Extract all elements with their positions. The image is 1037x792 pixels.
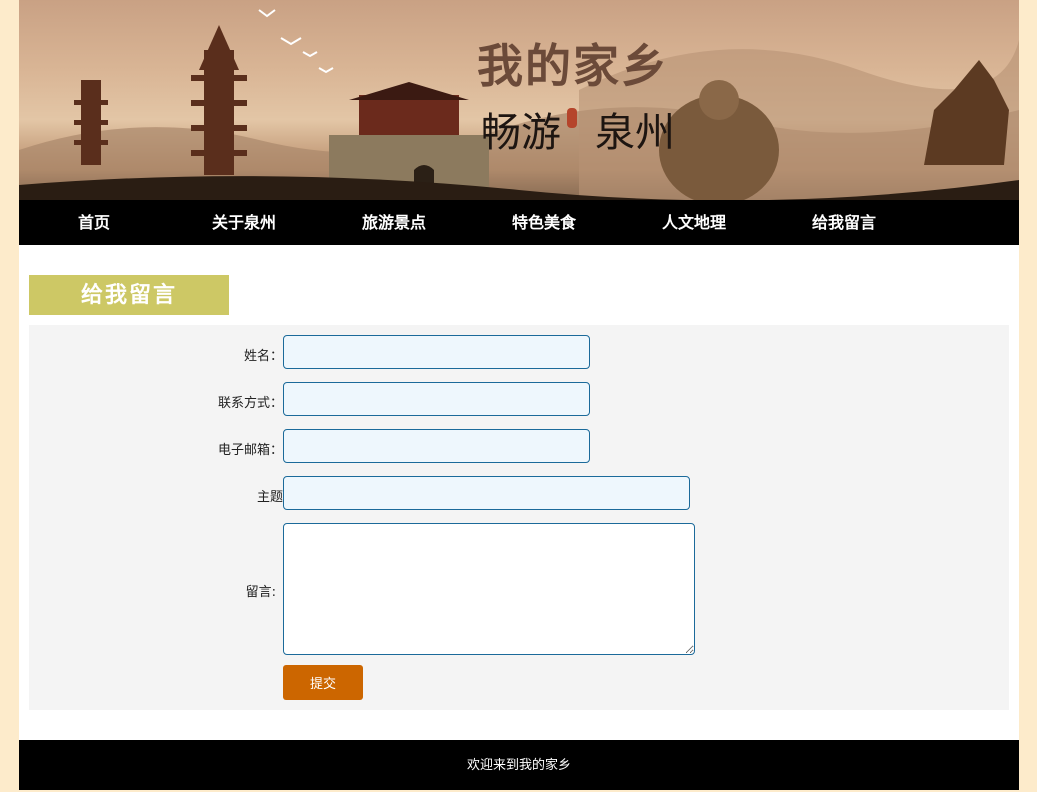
nav-item-culture[interactable]: 人文地理: [619, 200, 769, 245]
message-textarea[interactable]: [283, 523, 695, 655]
contact-label: 联系方式：: [217, 396, 283, 411]
email-label: 电子邮箱：: [217, 443, 283, 458]
subject-label: 主题: [256, 490, 283, 505]
name-field[interactable]: [283, 335, 590, 369]
submit-button[interactable]: 提交: [283, 665, 363, 700]
email-field[interactable]: [283, 429, 590, 463]
banner-title: 我的家乡: [477, 39, 669, 93]
nav-item-food[interactable]: 特色美食: [469, 200, 619, 245]
message-form: 姓名： 联系方式： 电子邮箱： 主题 留言: 提交: [29, 325, 1009, 710]
footer-text: 欢迎来到我的家乡: [466, 758, 571, 773]
nav-item-message[interactable]: 给我留言: [769, 200, 919, 245]
subject-field[interactable]: [283, 476, 690, 510]
header-banner: 我的家乡 畅游 泉州: [19, 0, 1019, 200]
name-label: 姓名：: [243, 349, 283, 364]
nav-item-attractions[interactable]: 旅游景点: [319, 200, 469, 245]
nav-item-home[interactable]: 首页: [19, 200, 169, 245]
main-nav: 首页 关于泉州 旅游景点 特色美食 人文地理 给我留言: [19, 200, 1019, 245]
banner-subtitle-right: 泉州: [595, 110, 675, 156]
footer: 欢迎来到我的家乡: [19, 740, 1019, 790]
banner-seal-icon: [567, 108, 577, 128]
contact-field[interactable]: [283, 382, 590, 416]
section-title: 给我留言: [29, 275, 229, 315]
page-container: 我的家乡 畅游 泉州 首页 关于泉州 旅游景点 特色美食 人文地理 给我留言 给…: [19, 0, 1019, 790]
banner-subtitle-left: 畅游: [481, 110, 561, 156]
nav-item-about[interactable]: 关于泉州: [169, 200, 319, 245]
message-label: 留言:: [245, 585, 276, 600]
